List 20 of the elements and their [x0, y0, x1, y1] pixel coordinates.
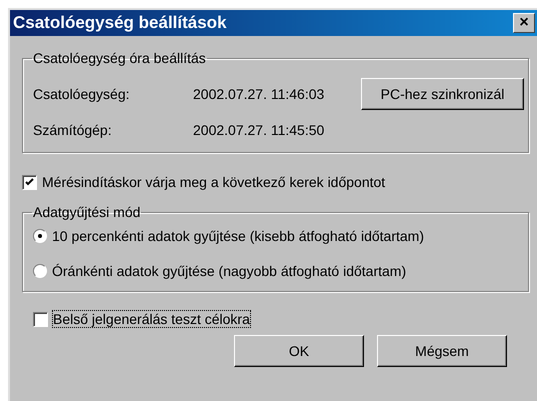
- cancel-button[interactable]: Mégsem: [377, 335, 507, 367]
- window-title: Csatolóegység beállítások: [13, 13, 227, 33]
- ok-button[interactable]: OK: [234, 335, 364, 367]
- field-label: Csatolóegység:: [33, 86, 131, 102]
- time-value: 2002.07.27. 11:46:03: [193, 86, 326, 102]
- radio-label[interactable]: Óránkénti adatok gyűjtése (nagyobb átfogható időtartam): [52, 263, 406, 279]
- checkmark-icon: [25, 178, 34, 186]
- radio-button[interactable]: [33, 264, 47, 278]
- time-value: 2002.07.27. 11:45:50: [193, 122, 326, 138]
- group-legend: Adatgyűjtési mód: [32, 204, 142, 220]
- sync-button[interactable]: PC-hez szinkronizál: [361, 78, 524, 110]
- radio-button[interactable]: [33, 229, 47, 243]
- checkbox-label[interactable]: Belső jelgenerálás teszt célokra: [53, 311, 250, 327]
- group-legend: Csatolóegység óra beállítás: [32, 50, 207, 66]
- checkbox[interactable]: [33, 312, 48, 326]
- checkbox-label[interactable]: Mérésindításkor várja meg a következő kerek időpontot: [42, 174, 386, 190]
- checkbox[interactable]: [22, 174, 37, 190]
- field-label: Számítógép:: [33, 122, 113, 138]
- close-button[interactable]: ×: [513, 13, 535, 33]
- radio-label[interactable]: 10 percenkénti adatok gyűjtése (kisebb átfogható időtartam): [52, 228, 424, 244]
